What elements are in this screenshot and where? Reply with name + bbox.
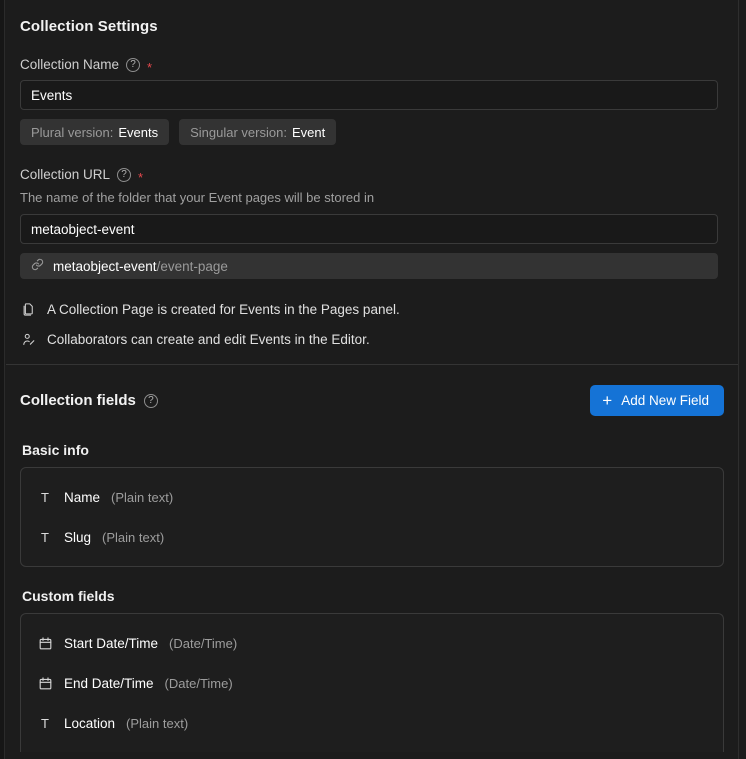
custom-fields-field-list: Start Date/Time (Date/Time) End Date/Tim… [20,613,724,752]
url-preview-text: metaobject-event/event-page [53,259,228,274]
field-type: (Date/Time) [169,635,238,651]
page-title: Collection Settings [20,18,158,35]
collection-settings-panel: Collection Settings Collection Name ? * … [0,0,746,759]
field-row-location[interactable]: T Location (Plain text) [21,703,723,743]
collection-name-input[interactable] [20,80,718,110]
singular-version-value: Event [291,124,326,140]
plural-version-value: Events [118,124,159,140]
collection-settings-section: Collection Settings Collection Name ? * … [6,0,738,364]
field-row-slug[interactable]: T Slug (Plain text) [21,517,723,557]
note-text: Collaborators can create and edit Events… [47,332,370,347]
url-preview: metaobject-event/event-page [20,253,718,279]
collection-url-label-row: Collection URL ? * [20,167,718,185]
note-text: A Collection Page is created for Events … [47,302,400,317]
link-icon [31,258,44,274]
basic-info-field-list: T Name (Plain text) T Slug (Plain text) [20,467,724,567]
question-circle-icon[interactable]: ? [126,57,141,72]
collection-name-label: Collection Name [20,57,120,72]
calendar-icon [37,675,53,691]
note-collection-page: A Collection Page is created for Events … [20,301,718,318]
pages-icon [20,301,37,318]
collection-url-label: Collection URL [20,167,111,182]
url-preview-slug: metaobject-event [53,258,157,274]
field-type: (Plain text) [102,529,165,545]
field-type: (Plain text) [126,715,189,731]
field-row-start-date-time[interactable]: Start Date/Time (Date/Time) [21,623,723,663]
info-notes: A Collection Page is created for Events … [20,301,718,348]
collection-fields-title-group: Collection fields ? [20,392,158,409]
plural-version-label: Plural version: [31,124,114,140]
collection-url-description: The name of the folder that your Event p… [20,190,375,205]
panel-left-edge [0,0,5,759]
singular-version-pill: Singular version: Event [179,119,337,145]
field-name: Location [64,715,116,731]
field-type: (Date/Time) [164,675,233,691]
required-asterisk: * [147,59,153,75]
note-collaborators: Collaborators can create and edit Events… [20,331,718,348]
collection-fields-section: Collection fields ? + Add New Field Basi… [6,365,738,752]
panel-content: Collection Settings Collection Name ? * … [6,0,738,759]
group-title-basic-info: Basic info [22,442,89,458]
collection-name-label-row: Collection Name ? * [20,57,718,75]
calendar-icon [37,635,53,651]
field-row-name[interactable]: T Name (Plain text) [21,477,723,517]
required-asterisk: * [138,169,144,185]
field-type: (Plain text) [111,489,174,505]
collection-fields-title: Collection fields [20,392,136,409]
panel-right-edge [738,0,746,759]
plus-icon: + [602,390,613,410]
text-icon: T [41,715,49,731]
collection-fields-header: Collection fields ? + Add New Field [20,385,724,416]
text-icon: T [41,489,49,505]
plural-version-pill: Plural version: Events [20,119,170,145]
question-circle-icon[interactable]: ? [143,393,158,408]
field-name: Start Date/Time [64,635,159,651]
group-title-custom-fields: Custom fields [22,588,115,604]
url-preview-page: /event-page [156,258,228,274]
collection-url-input[interactable] [20,214,718,244]
collaborator-icon [20,331,37,348]
add-new-field-button[interactable]: + Add New Field [590,385,724,416]
singular-version-label: Singular version: [190,124,287,140]
text-icon: T [41,529,49,545]
field-name: Name [64,489,101,505]
add-new-field-label: Add New Field [621,393,709,408]
field-row-end-date-time[interactable]: End Date/Time (Date/Time) [21,663,723,703]
field-name: End Date/Time [64,675,154,691]
version-pills: Plural version: Events Singular version:… [20,119,718,145]
question-circle-icon[interactable]: ? [117,167,132,182]
field-name: Slug [64,529,92,545]
